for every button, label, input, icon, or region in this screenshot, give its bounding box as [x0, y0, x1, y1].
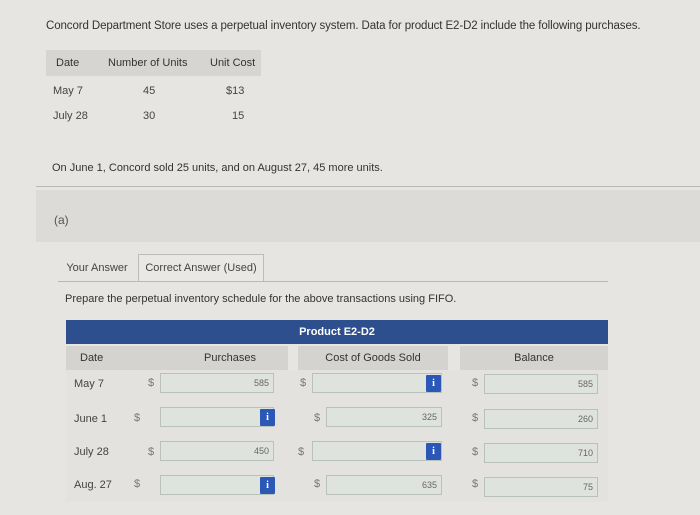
- schedule-title: Product E2-D2: [66, 320, 608, 344]
- instruction-text: Prepare the perpetual inventory schedule…: [65, 293, 457, 305]
- balance-field[interactable]: 585: [484, 374, 598, 394]
- purchases-table-header: Date Number of Units Unit Cost: [46, 50, 261, 76]
- row-date: July 28: [74, 446, 109, 458]
- problem-statement: Concord Department Store uses a perpetua…: [46, 20, 641, 32]
- balance-field[interactable]: 260: [484, 409, 598, 429]
- cogs-field[interactable]: [312, 441, 442, 461]
- part-label: (a): [54, 213, 69, 227]
- tab-your-answer[interactable]: Your Answer: [58, 255, 136, 281]
- info-icon[interactable]: i: [426, 375, 441, 392]
- row-date: Aug. 27: [74, 479, 112, 491]
- purchases-field[interactable]: 585: [160, 373, 274, 393]
- question-page: Concord Department Store uses a perpetua…: [0, 0, 700, 515]
- dollar-sign: $: [314, 412, 321, 424]
- col-units: Number of Units: [108, 57, 188, 69]
- cogs-field[interactable]: 325: [326, 407, 442, 427]
- dollar-sign: $: [134, 412, 141, 424]
- cogs-field[interactable]: [312, 373, 442, 393]
- colhead-date: Date: [66, 346, 172, 370]
- purchase-units: 45: [143, 85, 156, 97]
- cogs-field[interactable]: 635: [326, 475, 442, 495]
- col-unit-cost: Unit Cost: [210, 57, 256, 69]
- purchase-unit-cost: 15: [232, 110, 245, 122]
- purchase-date: July 28: [53, 110, 88, 122]
- purchase-date: May 7: [53, 85, 83, 97]
- dollar-sign: $: [148, 446, 155, 458]
- tab-correct-answer[interactable]: Correct Answer (Used): [138, 254, 264, 281]
- info-icon[interactable]: i: [260, 477, 275, 494]
- purchases-table: Date Number of Units Unit Cost May 7 45 …: [46, 50, 261, 122]
- info-icon[interactable]: i: [426, 443, 441, 460]
- sales-note: On June 1, Concord sold 25 units, and on…: [52, 162, 383, 174]
- dollar-sign: $: [472, 478, 479, 490]
- colhead-purchases: Purchases: [172, 346, 288, 370]
- purchases-field[interactable]: [160, 407, 274, 427]
- row-date: June 1: [74, 413, 108, 425]
- dollar-sign: $: [300, 377, 307, 389]
- balance-field[interactable]: 75: [484, 477, 598, 497]
- dollar-sign: $: [134, 478, 141, 490]
- dollar-sign: $: [472, 446, 479, 458]
- col-date: Date: [56, 57, 80, 69]
- tab-underline: [58, 281, 608, 282]
- purchase-unit-cost: $13: [226, 85, 245, 97]
- row-date: May 7: [74, 378, 104, 390]
- dollar-sign: $: [472, 412, 479, 424]
- dollar-sign: $: [472, 377, 479, 389]
- purchase-units: 30: [143, 110, 156, 122]
- dollar-sign: $: [314, 478, 321, 490]
- colhead-cogs: Cost of Goods Sold: [298, 346, 448, 370]
- part-a-row: (a): [36, 190, 700, 242]
- section-divider: [36, 186, 700, 187]
- dollar-sign: $: [148, 377, 155, 389]
- purchases-field[interactable]: 450: [160, 441, 274, 461]
- info-icon[interactable]: i: [260, 409, 275, 426]
- balance-field[interactable]: 710: [484, 443, 598, 463]
- colhead-balance: Balance: [460, 346, 608, 370]
- purchases-field[interactable]: [160, 475, 274, 495]
- dollar-sign: $: [298, 446, 305, 458]
